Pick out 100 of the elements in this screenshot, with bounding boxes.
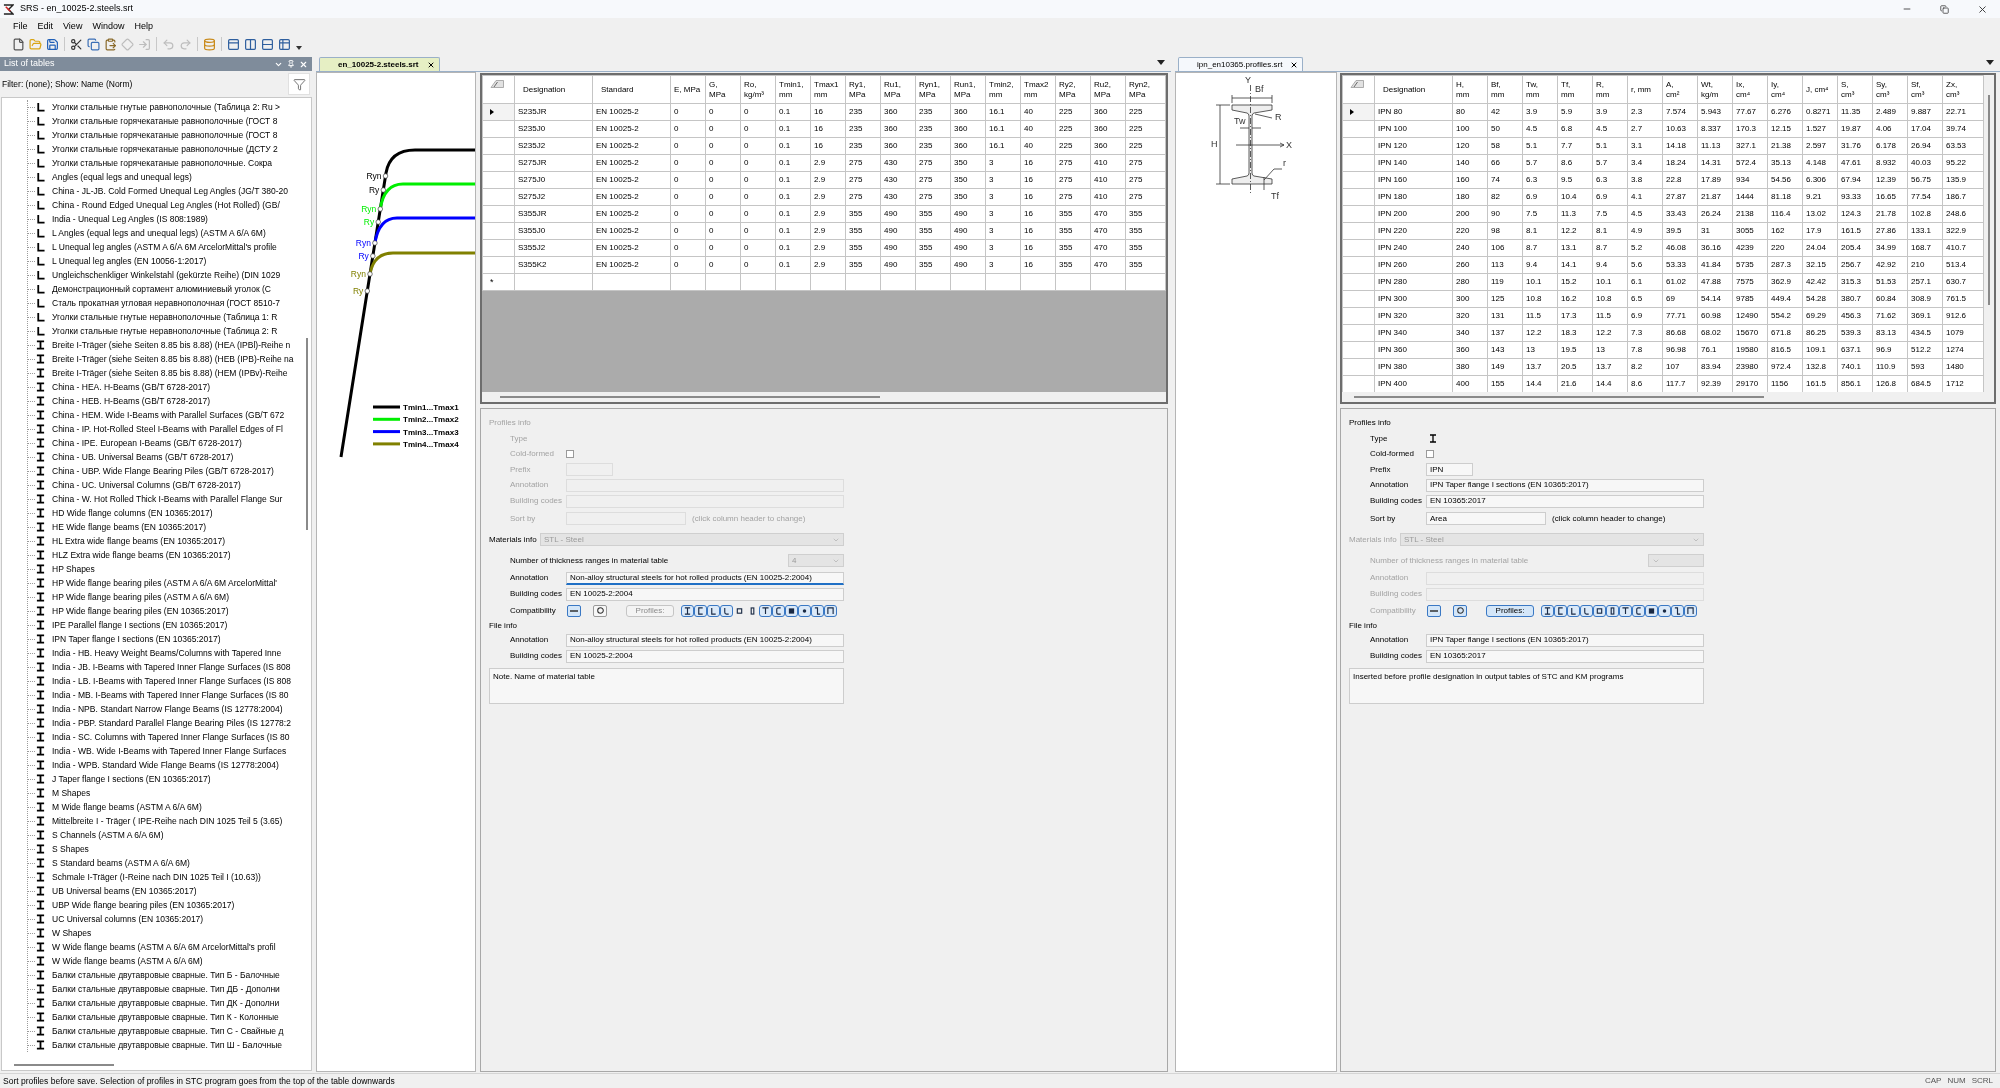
profile-filter-button[interactable] [811, 604, 824, 617]
table-list-item[interactable]: S Channels (ASTM A 6/A 6M) [52, 829, 164, 841]
column-header[interactable]: E, MPa [670, 75, 706, 104]
column-header[interactable]: Ru1, MPa [880, 75, 916, 104]
table-list-item[interactable]: India - WB. Wide I-Beams with Tapered Inner Flange Surfaces [52, 745, 287, 757]
column-header[interactable]: J, cm⁴ [1802, 75, 1838, 104]
table-list-item[interactable]: HP Wide flange bearing piles (ASTM A 6/A 6M) [52, 591, 229, 603]
scrollbar-thumb[interactable] [14, 1064, 114, 1066]
panel-layout-icon[interactable] [227, 37, 240, 51]
table-list-item[interactable]: India - JB. I-Beams with Tapered Inner Flange Surfaces (IS 808 [52, 661, 291, 673]
document-tab[interactable]: en_10025-2.steels.srt [319, 57, 440, 71]
table-list-item[interactable]: HE Wide flange beams (EN 10365:2017) [52, 521, 207, 533]
save-icon[interactable] [46, 37, 59, 51]
table-list-item[interactable]: Балки стальные двутавровые сварные. Тип Б - Балочные [52, 969, 280, 981]
column-header[interactable]: Ryn2, MPa [1125, 75, 1166, 104]
scrollbar-thumb[interactable] [1354, 396, 1764, 398]
table-list-item[interactable]: UC Universal columns (EN 10365:2017) [52, 913, 204, 925]
table-list-item[interactable]: IPE Parallel flange I sections (EN 10365:2017) [52, 619, 228, 631]
table-list-item[interactable]: Уголки стальные гнутые равнополочные (Таблица 2: Ru > [52, 101, 281, 113]
table-list-item[interactable]: China - UBP. Wide Flange Bearing Piles (GB/T 6728-2017) [52, 465, 274, 477]
filter-button[interactable] [288, 73, 310, 95]
table-list-item[interactable]: China - JL-JB. Cold Formed Unequal Leg Angles (JG/T 380-20 [52, 185, 289, 197]
column-header[interactable]: H, mm [1452, 75, 1488, 104]
table-list-item[interactable]: India - LB. I-Beams with Tapered Inner Flange Surfaces (IS 808 [52, 675, 291, 687]
table-list-item[interactable]: Балки стальные двутавровые сварные. Тип Ш - Балочные [52, 1039, 282, 1051]
column-header[interactable]: Tmin2, mm [985, 75, 1021, 104]
menu-item[interactable]: View [58, 19, 88, 32]
table-list-item[interactable]: Уголки стальные горячекатаные равнополочные. Сокра [52, 157, 273, 169]
profile-filter-button[interactable] [785, 604, 798, 617]
table-list-item[interactable]: HD Wide flange columns (EN 10365:2017) [52, 507, 213, 519]
table-list-item[interactable]: Сталь прокатная угловая неравнополочная (ГОСТ 8510-7 [52, 297, 281, 309]
table-list-item[interactable]: L Unequal leg angles (ASTM A 6/A 6M ArcelorMittal's profile [52, 241, 277, 253]
scissors-icon[interactable] [70, 37, 83, 51]
column-header[interactable]: R, mm [1592, 75, 1628, 104]
table-list-item[interactable]: HP Wide flange bearing piles (ASTM A 6/A 6M ArcelorMittal' [52, 577, 277, 589]
profile-filter-button[interactable] [759, 604, 772, 617]
text-field[interactable]: EN 10365:2017 [1426, 494, 1704, 508]
table-list-item[interactable]: Балки стальные двутавровые сварные. Тип К - Колонные [52, 1011, 279, 1023]
column-header[interactable]: Designation [514, 75, 593, 104]
table-list-item[interactable]: Демонстрационный сортамент алюминиевый уголок (С [52, 283, 271, 295]
column-header[interactable]: S, cm³ [1837, 75, 1873, 104]
table-list-item[interactable]: HLZ Extra wide flange beams (EN 10365:2017) [52, 549, 231, 561]
rows-layout-icon[interactable] [261, 37, 274, 51]
table-list-item[interactable]: China - UB. Universal Beams (GB/T 6728-2017) [52, 451, 234, 463]
table-list-item[interactable]: Breite I-Träger (siehe Seiten 8.85 bis 8.88) (HEB (IPB)-Reihe na [52, 353, 294, 365]
dropdown-arrow-icon[interactable] [1157, 60, 1165, 65]
table-list-item[interactable]: Балки стальные двутавровые сварные. Тип ДК - Дополни [52, 997, 280, 1009]
table-list-item[interactable]: HP Wide flange bearing piles (EN 10365:2017) [52, 605, 229, 617]
column-header[interactable]: Bf, mm [1487, 75, 1523, 104]
table-list-item[interactable]: L Angles (equal legs and unequal legs) (ASTM A 6/A 6M) [52, 227, 266, 239]
table-list-item[interactable]: Уголки стальные горячекатаные равнополочные (ГОСТ 8 [52, 115, 278, 127]
toggle-button[interactable] [593, 604, 607, 617]
profile-filter-button[interactable] [798, 604, 811, 617]
table-list-item[interactable]: Ungleichschenkliger Winkelstahl (gekürzte Reihe) (DIN 1029 [52, 269, 281, 281]
table-list-item[interactable]: Уголки стальные гнутые неравнополочные (Таблица 1: R [52, 311, 278, 323]
column-header[interactable]: Ry1, MPa [845, 75, 881, 104]
table-list-item[interactable]: China - IPE. European I-Beams (GB/T 6728-2017) [52, 437, 242, 449]
table-list-item[interactable]: Angles (equal legs and unequal legs) [52, 171, 192, 183]
profile-filter-button[interactable] [772, 604, 785, 617]
table-list-item[interactable]: India - PBP. Standard Parallel Flange Bearing Piles (IS 12778:2 [52, 717, 291, 729]
column-header[interactable]: Tmin1, mm [775, 75, 811, 104]
table-list-item[interactable]: S Standard beams (ASTM A 6/A 6M) [52, 857, 190, 869]
table-list-item[interactable]: S Shapes [52, 843, 89, 855]
column-header[interactable]: Ro, kg/m³ [740, 75, 776, 104]
table-list-item[interactable]: China - HEA. H-Beams (GB/T 6728-2017) [52, 381, 211, 393]
table-list-item[interactable]: Уголки стальные горячекатаные равнополочные (ДСТУ 2 [52, 143, 278, 155]
table-list-item[interactable]: W Shapes [52, 927, 92, 939]
table-list-item[interactable]: Балки стальные двутавровые сварные. Тип С - Свайные д [52, 1025, 284, 1037]
toggle-button[interactable] [567, 604, 581, 617]
scrollbar-thumb[interactable] [1988, 95, 1990, 305]
column-header[interactable]: Iy, cm⁴ [1767, 75, 1803, 104]
scrollbar-thumb[interactable] [500, 396, 880, 398]
table-list-item[interactable]: India - SC. Columns with Tapered Inner Flange Surfaces (IS 80 [52, 731, 290, 743]
table-list-item[interactable]: India - HB. Heavy Weight Beams/Columns with Tapered Inne [52, 647, 282, 659]
table-list-item[interactable]: China - IP. Hot-Rolled Steel I-Beams with Parallel Edges of Fl [52, 423, 283, 435]
menu-item[interactable]: Edit [32, 19, 59, 32]
table-list-item[interactable]: India - NPB. Standart Narrow Flange Beams (IS 12778:2004) [52, 703, 283, 715]
new-file-icon[interactable] [12, 37, 25, 51]
table-list-item[interactable]: Балки стальные двутавровые сварные. Тип ДБ - Дополни [52, 983, 280, 995]
table-list-item[interactable]: IPN Taper flange I sections (EN 10365:2017) [52, 633, 221, 645]
text-field[interactable]: IPN [1426, 463, 1473, 476]
table-list-item[interactable]: Mittelbreite I - Träger ( IPE-Reihe nach DIN 1025 Teil 5 (3.65) [52, 815, 283, 827]
column-header[interactable]: Designation [1374, 75, 1453, 104]
select-all-icon[interactable] [490, 80, 504, 88]
restore-icon[interactable] [1940, 4, 1949, 14]
table-list-item[interactable]: L Unequal leg angles (EN 10056-1:2017) [52, 255, 207, 267]
table-list-item[interactable]: Schmale I-Träger (I-Reine nach DIN 1025 Teil I (10.63)) [52, 871, 261, 883]
column-header[interactable]: Run1, MPa [950, 75, 986, 104]
table-list-item[interactable]: M Shapes [52, 787, 91, 799]
clipboard-icon[interactable] [104, 37, 117, 51]
table-list-item[interactable]: J Taper flange I sections (EN 10365:2017) [52, 773, 211, 785]
column-header[interactable]: Tf, mm [1557, 75, 1593, 104]
table-list-item[interactable]: China - UC. Universal Columns (GB/T 6728-2017) [52, 479, 241, 491]
columns-layout-icon[interactable] [244, 37, 257, 51]
column-header[interactable]: Ru2, MPa [1090, 75, 1126, 104]
column-header[interactable]: Tw, mm [1522, 75, 1558, 104]
table-list-item[interactable]: China - W. Hot Rolled Thick I-Beams with Parallel Flange Sur [52, 493, 283, 505]
overflow-caret-icon[interactable] [296, 46, 302, 50]
table-list-item[interactable]: India - WPB. Standard Wide Flange Beams (IS 12778:2004) [52, 759, 279, 771]
table-list-item[interactable]: India - MB. I-Beams with Tapered Inner Flange Surfaces (IS 80 [52, 689, 289, 701]
